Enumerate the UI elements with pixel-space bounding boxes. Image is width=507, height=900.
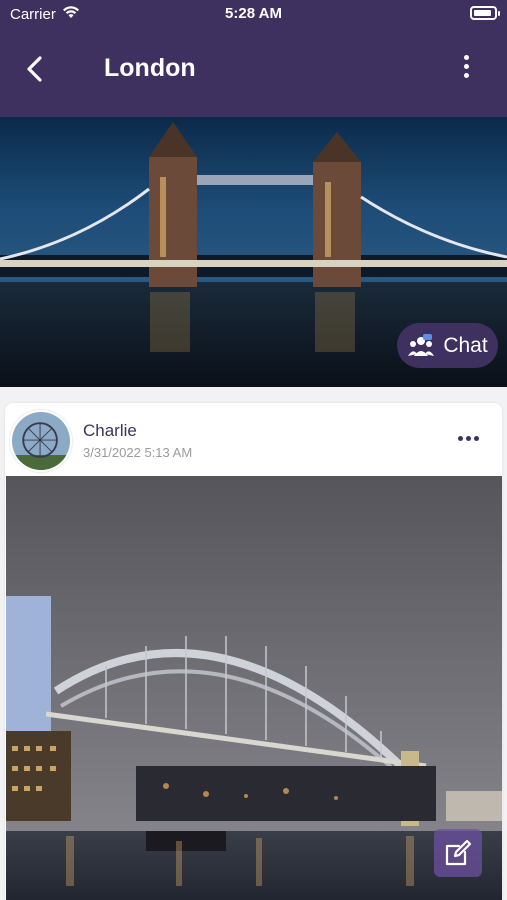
london-eye-photo (12, 412, 70, 470)
battery-icon (470, 6, 500, 20)
post-card: Charlie 3/31/2022 5:13 AM (5, 403, 502, 900)
horizontal-ellipsis-icon (458, 436, 463, 441)
more-options-button[interactable] (461, 55, 471, 83)
chevron-left-icon (27, 56, 42, 82)
status-bar: Carrier 5:28 AM (0, 0, 507, 28)
status-time: 5:28 AM (225, 5, 282, 22)
harbour-bridge-photo (6, 476, 502, 900)
page-title: London (104, 54, 196, 82)
avatar[interactable] (10, 410, 72, 472)
vertical-ellipsis-icon (463, 55, 469, 60)
edit-icon (445, 839, 472, 866)
chat-button[interactable]: Chat (397, 323, 498, 368)
post-timestamp: 3/31/2022 5:13 AM (83, 445, 193, 460)
post-image[interactable] (6, 476, 502, 900)
group-chat-icon (408, 333, 435, 356)
app-header: Carrier 5:28 AM London (0, 0, 507, 117)
back-button[interactable] (20, 52, 50, 86)
chat-button-label: Chat (443, 333, 488, 357)
post-author[interactable]: Charlie (83, 421, 137, 441)
post-more-button[interactable] (458, 436, 482, 444)
edit-button[interactable] (434, 829, 482, 877)
